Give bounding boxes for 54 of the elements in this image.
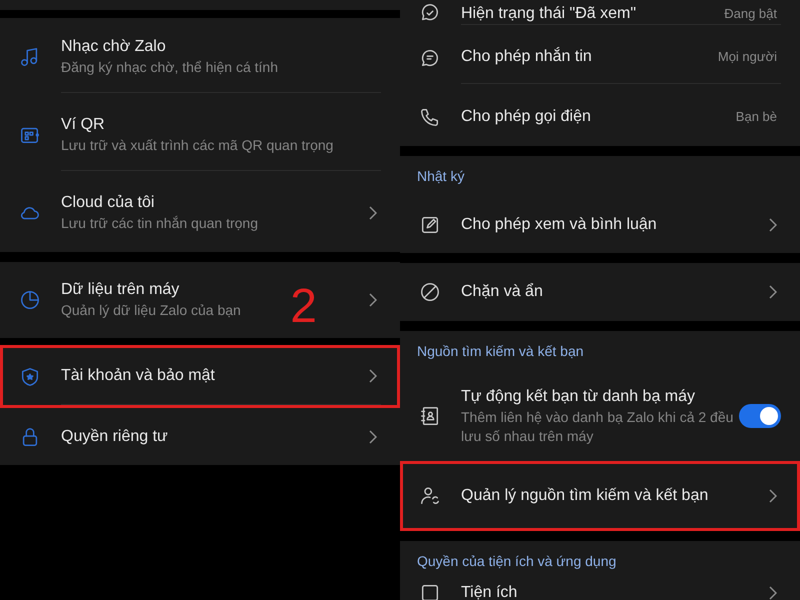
- section-header: Quyền của tiện ích và ứng dụng: [417, 552, 616, 571]
- settings-row[interactable]: Cho phép nhắn tin Mọi người: [400, 28, 800, 87]
- section-header: Nguồn tìm kiếm và kết bạn: [417, 342, 584, 361]
- row-value: Bạn bè: [736, 108, 778, 126]
- toggle-switch[interactable]: [739, 404, 781, 428]
- chevron-right-icon: [369, 293, 377, 307]
- block-icon: [419, 281, 441, 303]
- row-title: Nhạc chờ Zalo: [61, 36, 166, 57]
- row-title: Chặn và ẩn: [461, 282, 543, 302]
- row-subtitle: Đăng ký nhạc chờ, thể hiện cá tính: [61, 58, 278, 77]
- settings-row[interactable]: Ví QR Lưu trữ và xuất trình các mã QR quan trọng: [0, 96, 400, 174]
- settings-row[interactable]: Chặn và ẩn: [400, 263, 800, 321]
- row-title: Dữ liệu trên máy: [61, 280, 180, 300]
- section-header: Nhật ký: [417, 166, 464, 186]
- row-subtitle: Lưu trữ và xuất trình các mã QR quan trọng: [61, 136, 334, 155]
- step-number: 2: [290, 283, 317, 331]
- chevron-right-icon: [769, 586, 777, 600]
- row-subtitle: Quản lý dữ liệu Zalo của bạn: [61, 301, 241, 320]
- chevron-right-icon: [369, 206, 377, 220]
- settings-row[interactable]: Tài khoản và bảo mật: [0, 345, 400, 408]
- row-title: Tài khoản và bảo mật: [61, 366, 215, 386]
- settings-row[interactable]: Tự động kết bạn từ danh bạ máy Thêm liên hệ vào danh bạ Zalo khi cả 2 đều lưu số nhau trên máy: [400, 371, 800, 461]
- settings-row[interactable]: Cho phép gọi điện Bạn bè: [400, 87, 800, 146]
- settings-row[interactable]: Tiện ích: [400, 581, 800, 600]
- chevron-right-icon: [769, 489, 777, 503]
- row-title: Hiện trạng thái "Đã xem": [461, 4, 636, 24]
- row-subtitle: Thêm liên hệ vào danh bạ Zalo khi cả 2 đều lưu số nhau trên máy: [461, 408, 734, 446]
- chevron-right-icon: [769, 218, 777, 232]
- row-title: Quản lý nguồn tìm kiếm và kết bạn: [461, 486, 708, 506]
- person-sync-icon: [419, 485, 441, 507]
- chevron-right-icon: [769, 285, 777, 299]
- row-value: Mọi người: [718, 48, 778, 66]
- row-title: Tiện ích: [461, 583, 518, 600]
- row-title: Ví QR: [61, 114, 105, 135]
- row-title: Quyền riêng tư: [61, 426, 168, 446]
- shield-icon: [19, 366, 41, 388]
- row-title: Cho phép xem và bình luận: [461, 214, 657, 234]
- settings-row[interactable]: Hiện trạng thái "Đã xem" Đang bật: [400, 0, 800, 28]
- contact-book-icon: [419, 405, 441, 427]
- settings-row[interactable]: Nhạc chờ Zalo Đăng ký nhạc chờ, thể hiện cá tính: [0, 18, 400, 96]
- settings-row[interactable]: Dữ liệu trên máy Quản lý dữ liệu Zalo của bạn 2: [0, 262, 400, 338]
- settings-row[interactable]: Cho phép xem và bình luận: [400, 196, 800, 253]
- chevron-right-icon: [369, 430, 377, 444]
- row-value: Đang bật: [724, 4, 778, 23]
- row-title: Cho phép gọi điện: [461, 106, 591, 126]
- row-title: Tự động kết bạn từ danh bạ máy: [461, 386, 696, 407]
- pie-chart-icon: [19, 289, 41, 311]
- row-title: Cho phép nhắn tin: [461, 46, 592, 67]
- chevron-right-icon: [369, 369, 377, 383]
- row-title: Cloud của tôi: [61, 193, 154, 214]
- settings-row[interactable]: Quản lý nguồn tìm kiếm và kết bạn: [400, 461, 800, 531]
- settings-row[interactable]: Quyền riêng tư: [0, 408, 400, 465]
- row-subtitle: Lưu trữ các tin nhắn quan trọng: [61, 214, 258, 234]
- settings-row[interactable]: Cloud của tôi Lưu trữ các tin nhắn quan trọng: [0, 174, 400, 252]
